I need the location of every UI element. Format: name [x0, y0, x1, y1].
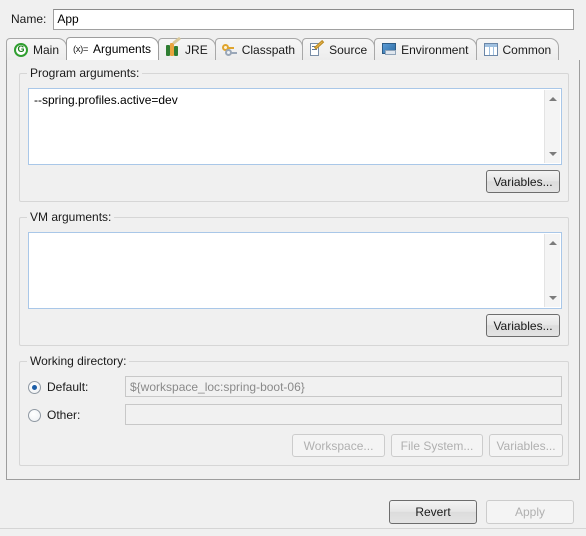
vm-arguments-label: VM arguments:	[27, 210, 115, 224]
arguments-tab-panel: Program arguments: --spring.profiles.act…	[6, 60, 580, 480]
program-arguments-variables-button[interactable]: Variables...	[486, 170, 560, 193]
radio-indicator	[28, 408, 41, 422]
java-run-icon: G	[13, 42, 29, 58]
name-label: Name:	[11, 12, 47, 26]
vm-arguments-variables-button[interactable]: Variables...	[486, 314, 560, 337]
tab-common[interactable]: Common	[475, 38, 560, 60]
vm-arguments-group: VM arguments: Variables...	[19, 210, 569, 346]
working-directory-other-radio[interactable]: Other:	[28, 406, 80, 424]
tab-strip: G Main (x)= Arguments JRE Classpath Sour…	[6, 36, 580, 61]
environment-monitor-icon	[381, 42, 397, 58]
java-run-icon-glyph: G	[14, 42, 28, 57]
tab-jre[interactable]: JRE	[158, 36, 216, 60]
scroll-up-icon[interactable]	[545, 91, 561, 107]
apply-button[interactable]: Apply	[486, 500, 574, 524]
tab-classpath[interactable]: Classpath	[214, 38, 304, 60]
tab-classpath-label: Classpath	[241, 42, 296, 57]
source-pencil-icon	[309, 39, 325, 58]
vm-arguments-scrollbar[interactable]	[544, 234, 560, 307]
run-configuration-dialog: Name: App G Main (x)= Arguments JRE Clas…	[0, 0, 586, 536]
working-directory-variables-button[interactable]: Variables...	[489, 434, 563, 457]
tab-source-label: Source	[329, 42, 368, 57]
classpath-keys-icon	[222, 42, 238, 58]
working-directory-label: Working directory:	[27, 354, 130, 368]
working-directory-default-label: Default:	[47, 380, 89, 394]
name-row: Name: App	[0, 6, 586, 32]
working-directory-other-label: Other:	[47, 408, 81, 422]
program-arguments-value: --spring.profiles.active=dev	[34, 93, 178, 107]
tab-environment[interactable]: Environment	[374, 38, 477, 60]
file-system-button[interactable]: File System...	[391, 434, 483, 457]
working-directory-default-field[interactable]: ${workspace_loc:spring-boot-06}	[125, 376, 562, 397]
program-arguments-label: Program arguments:	[27, 66, 143, 80]
scroll-down-icon[interactable]	[545, 146, 561, 162]
arguments-icon-glyph: (x)=	[73, 43, 89, 55]
program-arguments-input[interactable]: --spring.profiles.active=dev	[28, 88, 562, 165]
program-arguments-group: Program arguments: --spring.profiles.act…	[19, 66, 569, 202]
arguments-icon: (x)=	[73, 41, 89, 57]
tab-main[interactable]: G Main	[6, 38, 68, 60]
tab-main-label: Main	[33, 42, 60, 57]
common-table-icon	[483, 42, 499, 58]
tab-jre-label: JRE	[185, 42, 208, 57]
vm-arguments-input[interactable]	[28, 232, 562, 309]
working-directory-default-radio[interactable]: Default:	[28, 378, 88, 396]
revert-button[interactable]: Revert	[389, 500, 477, 524]
workspace-button[interactable]: Workspace...	[292, 434, 385, 457]
jre-books-icon	[165, 36, 181, 58]
working-directory-default-value: ${workspace_loc:spring-boot-06}	[130, 379, 305, 394]
tab-source[interactable]: Source	[302, 38, 376, 60]
scroll-up-icon[interactable]	[545, 235, 561, 251]
name-input[interactable]: App	[53, 8, 574, 30]
tab-common-label: Common	[502, 42, 552, 57]
name-input-value: App	[57, 12, 79, 26]
tab-arguments[interactable]: (x)= Arguments	[66, 37, 160, 60]
tab-arguments-label: Arguments	[93, 42, 152, 56]
working-directory-other-field[interactable]	[125, 404, 562, 425]
working-directory-group: Working directory: Default: ${workspace_…	[19, 354, 569, 466]
program-arguments-scrollbar[interactable]	[544, 90, 560, 163]
scroll-down-icon[interactable]	[545, 290, 561, 306]
radio-indicator	[28, 380, 41, 394]
footer-divider	[0, 528, 586, 529]
tab-environment-label: Environment	[401, 42, 469, 57]
